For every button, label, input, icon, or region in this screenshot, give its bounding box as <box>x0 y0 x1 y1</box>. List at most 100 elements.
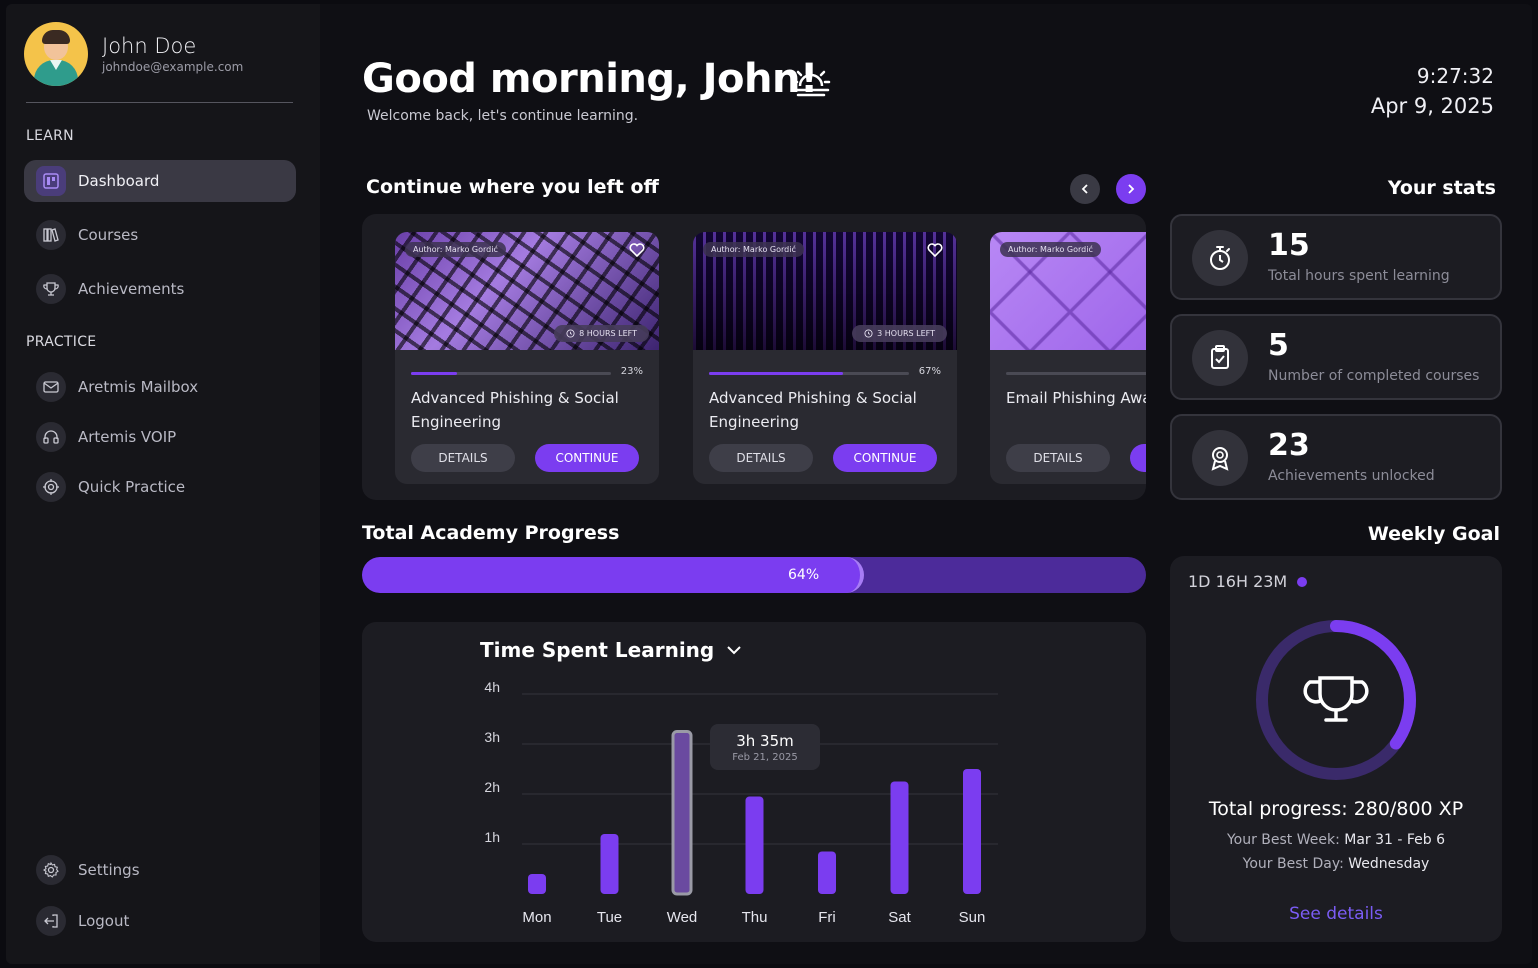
best-day-label: Your Best Day: <box>1242 856 1349 872</box>
headset-icon <box>36 422 66 452</box>
bar-sun[interactable] <box>963 769 981 894</box>
bar-tue[interactable] <box>600 834 619 894</box>
app-window: John Doe johndoe@example.com LEARN Dashb… <box>6 4 1532 964</box>
course-image: Author: Marko Gordić 8 HOURS LEFT <box>395 232 659 350</box>
goal-total-label: Total progress: <box>1208 798 1354 820</box>
course-progress-bar <box>411 372 611 375</box>
y-tick-label: 4h <box>484 679 500 695</box>
author-pill: Author: Marko Gordić <box>703 242 804 257</box>
course-card[interactable]: Author: Marko Gordić 3 HOURS LEFT 67% Ad… <box>693 232 957 484</box>
sidebar-item-label: Artemis VOIP <box>78 428 177 446</box>
author-pill: Author: Marko Gordić <box>1000 242 1101 257</box>
goal-total-progress: Total progress: 280/800 XP <box>1170 798 1502 820</box>
sidebar-item-artemis-voip[interactable]: Artemis VOIP <box>24 416 296 458</box>
sidebar-item-quick-practice[interactable]: Quick Practice <box>24 466 296 508</box>
badge-icon <box>1192 430 1248 486</box>
bar-wed[interactable] <box>671 730 693 896</box>
details-button[interactable]: DETAILS <box>1006 444 1110 472</box>
academy-progress-percent: 64% <box>788 567 820 583</box>
trophy-icon <box>1303 676 1369 722</box>
see-details-link[interactable]: See details <box>1170 904 1502 924</box>
course-image: Author: Marko Gordić 3 HOURS LEFT <box>693 232 957 350</box>
chart-tooltip: 3h 35m Feb 21, 2025 <box>710 724 820 770</box>
sidebar-item-logout[interactable]: Logout <box>24 900 296 942</box>
stopwatch-icon <box>1192 230 1248 286</box>
course-progress-bar <box>709 372 909 375</box>
time-left-text: 8 HOURS LEFT <box>579 329 637 338</box>
best-week-label: Your Best Week: <box>1226 832 1345 848</box>
course-card[interactable]: Author: Marko Gordić 8 HOURS LEFT 23% Ad… <box>395 232 659 484</box>
user-name: John Doe <box>102 34 197 58</box>
sidebar-item-achievements[interactable]: Achievements <box>24 268 296 310</box>
user-profile[interactable]: John Doe johndoe@example.com <box>24 22 243 86</box>
chevron-right-icon <box>1128 184 1135 194</box>
carousel-prev-button[interactable] <box>1070 174 1100 204</box>
bar-mon[interactable] <box>528 874 546 894</box>
course-image: Author: Marko Gordić <box>990 232 1146 350</box>
sidebar-item-settings[interactable]: Settings <box>24 849 296 891</box>
academy-progress-heading: Total Academy Progress <box>362 522 620 544</box>
status-dot <box>1297 576 1308 587</box>
course-card[interactable]: Author: Marko Gordić Email Phishing Awar… <box>990 232 1146 484</box>
course-progress-percent: 23% <box>620 366 643 377</box>
time-left-text: 3 HOURS LEFT <box>877 329 935 338</box>
sidebar-item-label: Achievements <box>78 280 185 298</box>
sidebar-item-dashboard[interactable]: Dashboard <box>24 160 296 202</box>
time-spent-chart-card: Time Spent Learning 1h 2h 3h 4h Mon Tue Wed Thu… <box>362 622 1146 942</box>
sidebar-divider <box>26 102 293 103</box>
time-left-badge: 3 HOURS LEFT <box>852 325 947 342</box>
sidebar-item-artemis-mailbox[interactable]: Aretmis Mailbox <box>24 366 296 408</box>
best-day: Your Best Day: Wednesday <box>1170 856 1502 872</box>
continue-button[interactable] <box>1130 444 1146 472</box>
bar-chart: 1h 2h 3h 4h Mon Tue Wed Thu Fri Sat Sun <box>484 679 998 926</box>
x-tick-label: Wed <box>667 909 698 926</box>
sidebar-item-label: Quick Practice <box>78 478 186 496</box>
details-button[interactable]: DETAILS <box>709 444 813 472</box>
details-button[interactable]: DETAILS <box>411 444 515 472</box>
sidebar-item-label: Dashboard <box>78 172 160 190</box>
avatar <box>24 22 88 86</box>
sidebar-item-label: Settings <box>78 861 140 879</box>
x-tick-label: Sat <box>888 909 911 926</box>
current-time: 9:27:32 <box>1416 64 1494 88</box>
y-tick-label: 1h <box>484 829 500 845</box>
current-date: Apr 9, 2025 <box>1370 94 1494 118</box>
clock: 9:27:32 Apr 9, 2025 <box>1371 64 1494 118</box>
course-carousel: Author: Marko Gordić 8 HOURS LEFT 23% Ad… <box>362 214 1146 500</box>
continue-heading: Continue where you left off <box>366 176 659 198</box>
goal-progress-ring <box>1256 620 1416 780</box>
continue-button[interactable]: CONTINUE <box>833 444 937 472</box>
best-day-value: Wednesday <box>1348 856 1430 872</box>
stat-value: 15 <box>1268 228 1310 263</box>
carousel-next-button[interactable] <box>1116 174 1146 204</box>
best-week: Your Best Week: Mar 31 - Feb 6 <box>1170 832 1502 848</box>
heart-icon[interactable] <box>627 240 647 260</box>
bar-fri[interactable] <box>818 851 836 895</box>
stat-value: 23 <box>1268 428 1310 463</box>
stat-label: Total hours spent learning <box>1268 268 1450 284</box>
greeting-heading: Good morning, John! <box>362 56 818 102</box>
continue-button[interactable]: CONTINUE <box>535 444 639 472</box>
clock-icon <box>864 329 873 338</box>
stat-label: Number of completed courses <box>1268 368 1480 384</box>
course-title: Advanced Phishing & Social Engineering <box>709 389 917 431</box>
bar-thu[interactable] <box>745 796 764 895</box>
goal-timer-text: 1D 16H 23M <box>1188 572 1288 591</box>
sidebar-item-courses[interactable]: Courses <box>24 214 296 256</box>
mail-icon <box>36 372 66 402</box>
practice-section-label: PRACTICE <box>26 334 97 350</box>
weekly-goal-card: 1D 16H 23M Total progress: 280/800 XP Yo… <box>1170 556 1502 942</box>
goal-timer: 1D 16H 23M <box>1188 572 1308 591</box>
sunrise-icon <box>790 62 832 106</box>
clock-icon <box>566 329 575 338</box>
weekly-goal-heading: Weekly Goal <box>1367 523 1500 545</box>
x-tick-label: Sun <box>959 909 986 926</box>
author-pill: Author: Marko Gordić <box>405 242 506 257</box>
learn-section-label: LEARN <box>26 128 74 144</box>
logout-icon <box>36 906 66 936</box>
bar-sat[interactable] <box>890 781 909 895</box>
course-title: Email Phishing Awar <box>1006 389 1146 407</box>
heart-icon[interactable] <box>925 240 945 260</box>
stat-card-courses: 5 Number of completed courses <box>1170 314 1502 400</box>
course-progress-bar <box>1006 372 1146 375</box>
